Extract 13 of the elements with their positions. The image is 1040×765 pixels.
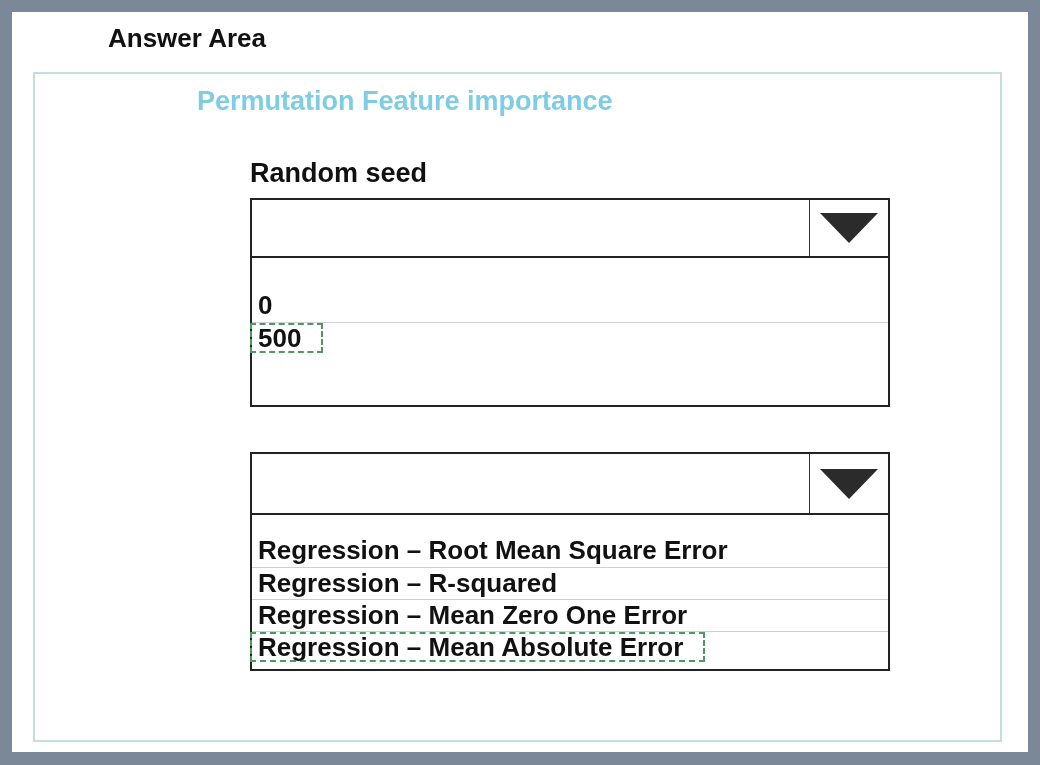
dropdown-option[interactable]: Regression – Mean Zero One Error <box>250 600 710 630</box>
dropdown-option[interactable]: 0 <box>250 290 295 320</box>
answer-area-heading: Answer Area <box>108 24 266 52</box>
caret-icon <box>820 468 878 499</box>
dropdown-label: Random seed <box>250 159 428 187</box>
panel-title: Permutation Feature importance <box>197 87 613 115</box>
dropdown-option[interactable]: Regression – Mean Absolute Error <box>250 632 706 662</box>
dropdown-option[interactable]: Regression – Root Mean Square Error <box>250 535 750 565</box>
dropdown-option[interactable]: 500 <box>250 323 324 353</box>
dropdown-option[interactable]: Regression – R-squared <box>250 568 580 598</box>
caret-icon <box>820 213 878 243</box>
dropdown-field[interactable] <box>250 452 890 515</box>
dropdown-field[interactable] <box>250 198 890 258</box>
